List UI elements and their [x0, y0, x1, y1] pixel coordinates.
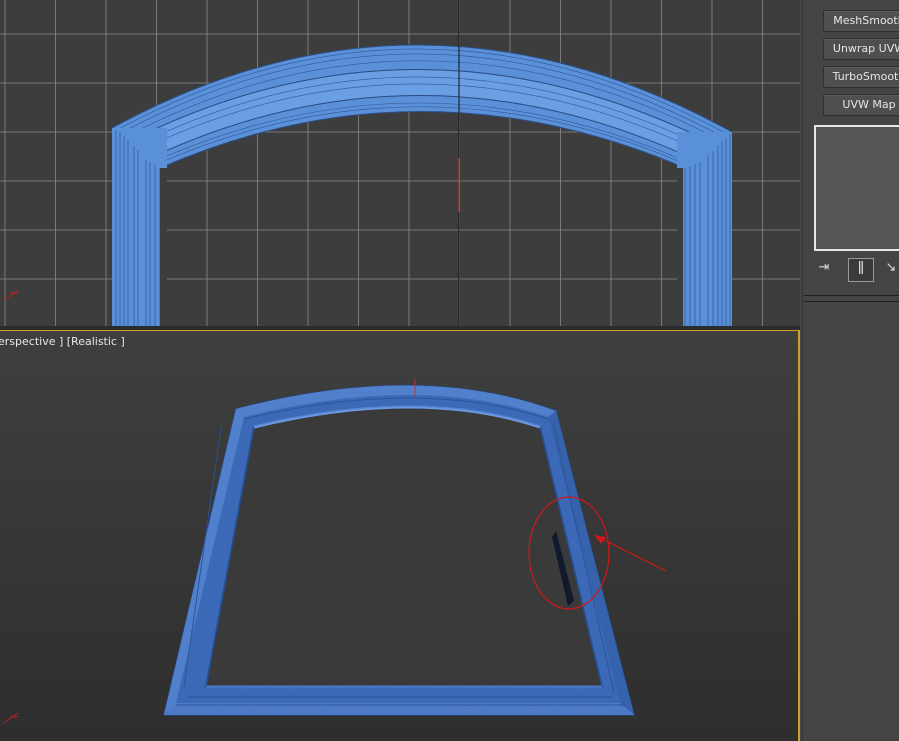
- mirror-frame-model: [163, 384, 635, 716]
- front-viewport[interactable]: [0, 0, 800, 326]
- viewport-label[interactable]: erspective ] [Realistic ]: [0, 335, 125, 348]
- make-unique-icon[interactable]: ↘: [881, 258, 899, 278]
- pin-stack-icon[interactable]: ⇥: [814, 258, 834, 278]
- viewport-shading-menu[interactable]: [Realistic ]: [67, 335, 125, 348]
- show-end-result-icon[interactable]: ǁ: [851, 258, 871, 278]
- perspective-viewport-canvas: [3, 379, 667, 724]
- panel-divider: [804, 301, 899, 302]
- modifier-button-uvw-map[interactable]: UVW Map: [823, 94, 899, 116]
- command-panel: MeshSmooth Unwrap UVW TurboSmooth UVW Ma…: [802, 0, 899, 740]
- axis-tripod-icon: [3, 712, 19, 724]
- perspective-viewport[interactable]: erspective ] [Realistic ]: [0, 330, 800, 741]
- modifier-stack-list[interactable]: [814, 125, 899, 251]
- viewport-point-of-view-menu[interactable]: erspective ]: [0, 335, 63, 348]
- modifier-button-unwrap-uvw[interactable]: Unwrap UVW: [823, 38, 899, 60]
- modifier-button-turbosmooth[interactable]: TurboSmooth: [823, 66, 899, 88]
- front-viewport-canvas: [0, 0, 800, 326]
- modifier-button-meshsmooth[interactable]: MeshSmooth: [823, 10, 899, 32]
- annotation-arrow: [594, 535, 667, 572]
- axis-tripod-icon: [3, 289, 19, 301]
- panel-divider: [804, 295, 899, 296]
- arch-frame-wireframe: [111, 44, 733, 326]
